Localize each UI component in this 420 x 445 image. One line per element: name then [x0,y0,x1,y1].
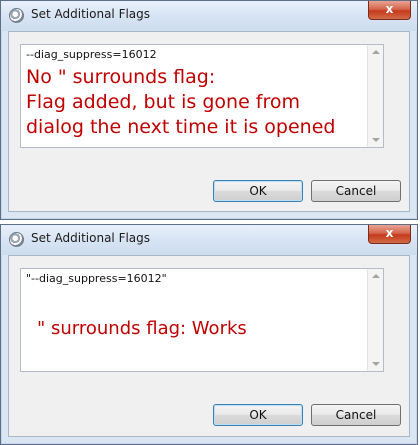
annotation-text: " surrounds flag: Works [37,317,247,341]
dialog-client-area: "--diag_suppress=16012" " surrounds flag… [8,255,410,437]
annotation-line: No " surrounds flag: [26,66,216,88]
scroll-down-arrow-icon[interactable] [372,138,380,142]
cancel-button[interactable]: Cancel [311,404,401,426]
annotation-text: No " surrounds flag: Flag added, but is … [26,65,335,140]
close-icon: x [385,2,394,16]
titlebar[interactable]: Set Additional Flags x [1,1,417,31]
window-title: Set Additional Flags [31,231,151,245]
annotation-line: Flag added, but is gone from [26,91,301,113]
vertical-scrollbar[interactable] [367,45,383,147]
scroll-up-arrow-icon[interactable] [372,274,380,278]
flags-textarea[interactable]: "--diag_suppress=16012" " surrounds flag… [20,268,384,372]
dialog-client-area: --diag_suppress=16012 No " surrounds fla… [8,31,410,212]
app-icon[interactable] [9,8,24,23]
flag-value[interactable]: "--diag_suppress=16012" [26,272,167,285]
ok-button[interactable]: OK [213,404,303,426]
titlebar[interactable]: Set Additional Flags x [1,225,417,255]
annotation-line: dialog the next time it is opened [26,116,336,138]
ok-button[interactable]: OK [213,180,303,202]
set-flags-dialog-2: Set Additional Flags x "--diag_suppress=… [0,224,418,445]
cancel-button[interactable]: Cancel [311,180,401,202]
window-title: Set Additional Flags [31,7,151,21]
scroll-up-arrow-icon[interactable] [372,50,380,54]
close-button[interactable]: x [368,225,411,244]
vertical-scrollbar[interactable] [367,269,383,371]
close-button[interactable]: x [368,1,411,20]
app-icon[interactable] [9,232,24,247]
close-icon: x [385,226,394,240]
scroll-down-arrow-icon[interactable] [372,362,380,366]
set-flags-dialog-1: Set Additional Flags x --diag_suppress=1… [0,0,418,220]
flag-value[interactable]: --diag_suppress=16012 [26,48,157,61]
annotation-line: " surrounds flag: Works [37,318,247,339]
flags-textarea[interactable]: --diag_suppress=16012 No " surrounds fla… [20,44,384,148]
